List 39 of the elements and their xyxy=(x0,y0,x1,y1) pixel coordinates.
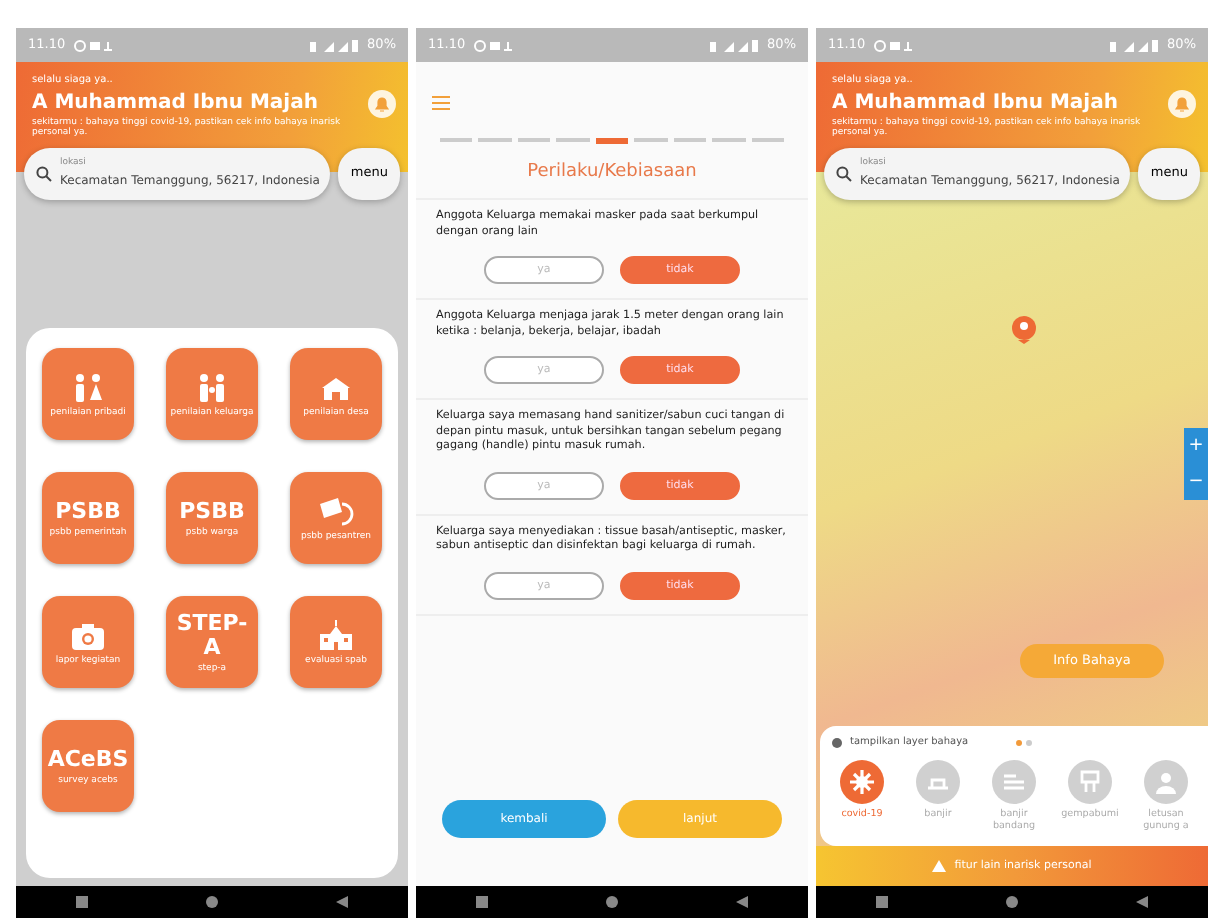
tile-icon xyxy=(70,371,106,404)
tile-logo: ACeBS xyxy=(47,747,129,772)
tile-icon xyxy=(70,619,106,652)
section-title: Perilaku/Kebiasaan xyxy=(416,151,808,200)
home-icon xyxy=(1005,896,1018,908)
menu-icon xyxy=(432,96,450,111)
back-icon xyxy=(336,896,349,908)
layer-icon xyxy=(848,768,876,797)
notification-icons xyxy=(73,39,114,51)
tile-icon xyxy=(194,371,230,404)
bell-icon xyxy=(368,89,396,118)
tile-logo: STEP-A xyxy=(174,611,250,660)
search-icon xyxy=(36,166,52,183)
user-name: A Muhammad Ibnu Majah xyxy=(832,89,1118,115)
signal-icons xyxy=(307,39,360,51)
notification-icons xyxy=(873,39,914,51)
search-icon xyxy=(836,166,852,183)
signal-icons xyxy=(1107,39,1160,51)
tile-icon xyxy=(318,619,354,652)
notification-icons xyxy=(473,39,514,51)
tile-logo: PSBB xyxy=(179,499,245,524)
back-icon xyxy=(1136,896,1149,908)
home-icon xyxy=(605,896,618,908)
bell-icon xyxy=(1168,89,1196,118)
layer-icon xyxy=(1076,768,1104,797)
back-icon xyxy=(736,896,749,908)
tile-logo: PSBB xyxy=(55,499,121,524)
user-name: A Muhammad Ibnu Majah xyxy=(32,89,318,115)
zoom-in-button[interactable]: + xyxy=(1184,428,1208,465)
layer-icon xyxy=(1152,768,1180,797)
signal-icons xyxy=(707,39,760,51)
home-icon xyxy=(205,896,218,908)
tile-icon xyxy=(318,495,354,528)
recent-apps-icon xyxy=(475,896,488,908)
recent-apps-icon xyxy=(875,896,888,908)
recent-apps-icon xyxy=(75,896,88,908)
warning-icon xyxy=(932,860,947,872)
user-location-pin xyxy=(1012,316,1036,345)
zoom-out-button[interactable]: − xyxy=(1184,464,1208,501)
